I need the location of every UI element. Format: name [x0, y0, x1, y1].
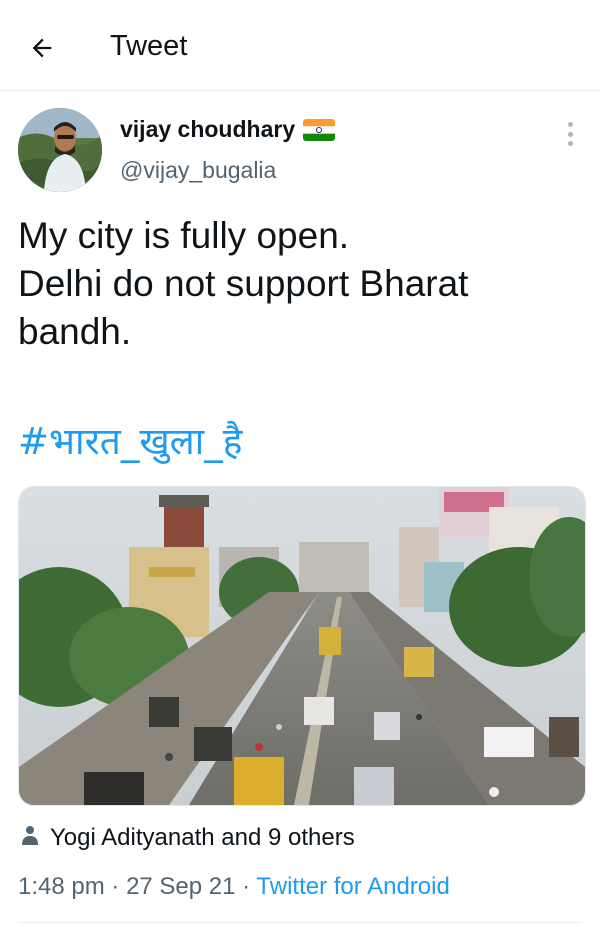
tweet-text-line: Delhi do not support Bharat	[18, 263, 469, 304]
meta-separator: ·	[111, 873, 120, 900]
liked-by-text: Yogi Adityanath and 9 others	[50, 824, 355, 851]
author-handle[interactable]: @vijay_bugalia	[120, 157, 276, 184]
tweet-meta: 1:48 pm · 27 Sep 21 · Twitter for Androi…	[18, 873, 450, 901]
page-title: Tweet	[110, 30, 188, 62]
author-display-name[interactable]: vijay choudhary	[120, 116, 295, 143]
hashtag-link[interactable]: #भारत_खुला_है	[18, 414, 242, 465]
liked-by-row[interactable]: Yogi Adityanath and 9 others	[22, 824, 355, 852]
tweet-date: 27 Sep 21	[126, 873, 236, 900]
divider	[18, 922, 582, 923]
tweet-text-line: bandh.	[18, 311, 132, 352]
tweet-photo[interactable]	[18, 486, 586, 806]
more-dot-icon	[567, 141, 573, 146]
more-options-button[interactable]	[560, 122, 580, 146]
meta-separator: ·	[242, 873, 251, 900]
tweet-text-line: My city is fully open.	[18, 215, 350, 256]
tweet-time: 1:48 pm	[18, 873, 105, 900]
street-scene-image	[19, 487, 585, 805]
more-dot-icon	[567, 122, 573, 127]
top-bar: Tweet	[0, 0, 600, 91]
avatar-photo	[18, 108, 102, 192]
more-dot-icon	[567, 131, 573, 137]
tweet-source-link[interactable]: Twitter for Android	[256, 873, 449, 900]
india-flag-icon	[303, 118, 336, 141]
arrow-left-icon	[32, 38, 52, 58]
tweet-text: My city is fully open. Delhi do not supp…	[18, 212, 578, 356]
avatar[interactable]	[18, 108, 102, 192]
person-icon	[22, 824, 38, 852]
author-name-row: vijay choudhary	[120, 116, 336, 143]
back-button[interactable]	[22, 28, 62, 68]
